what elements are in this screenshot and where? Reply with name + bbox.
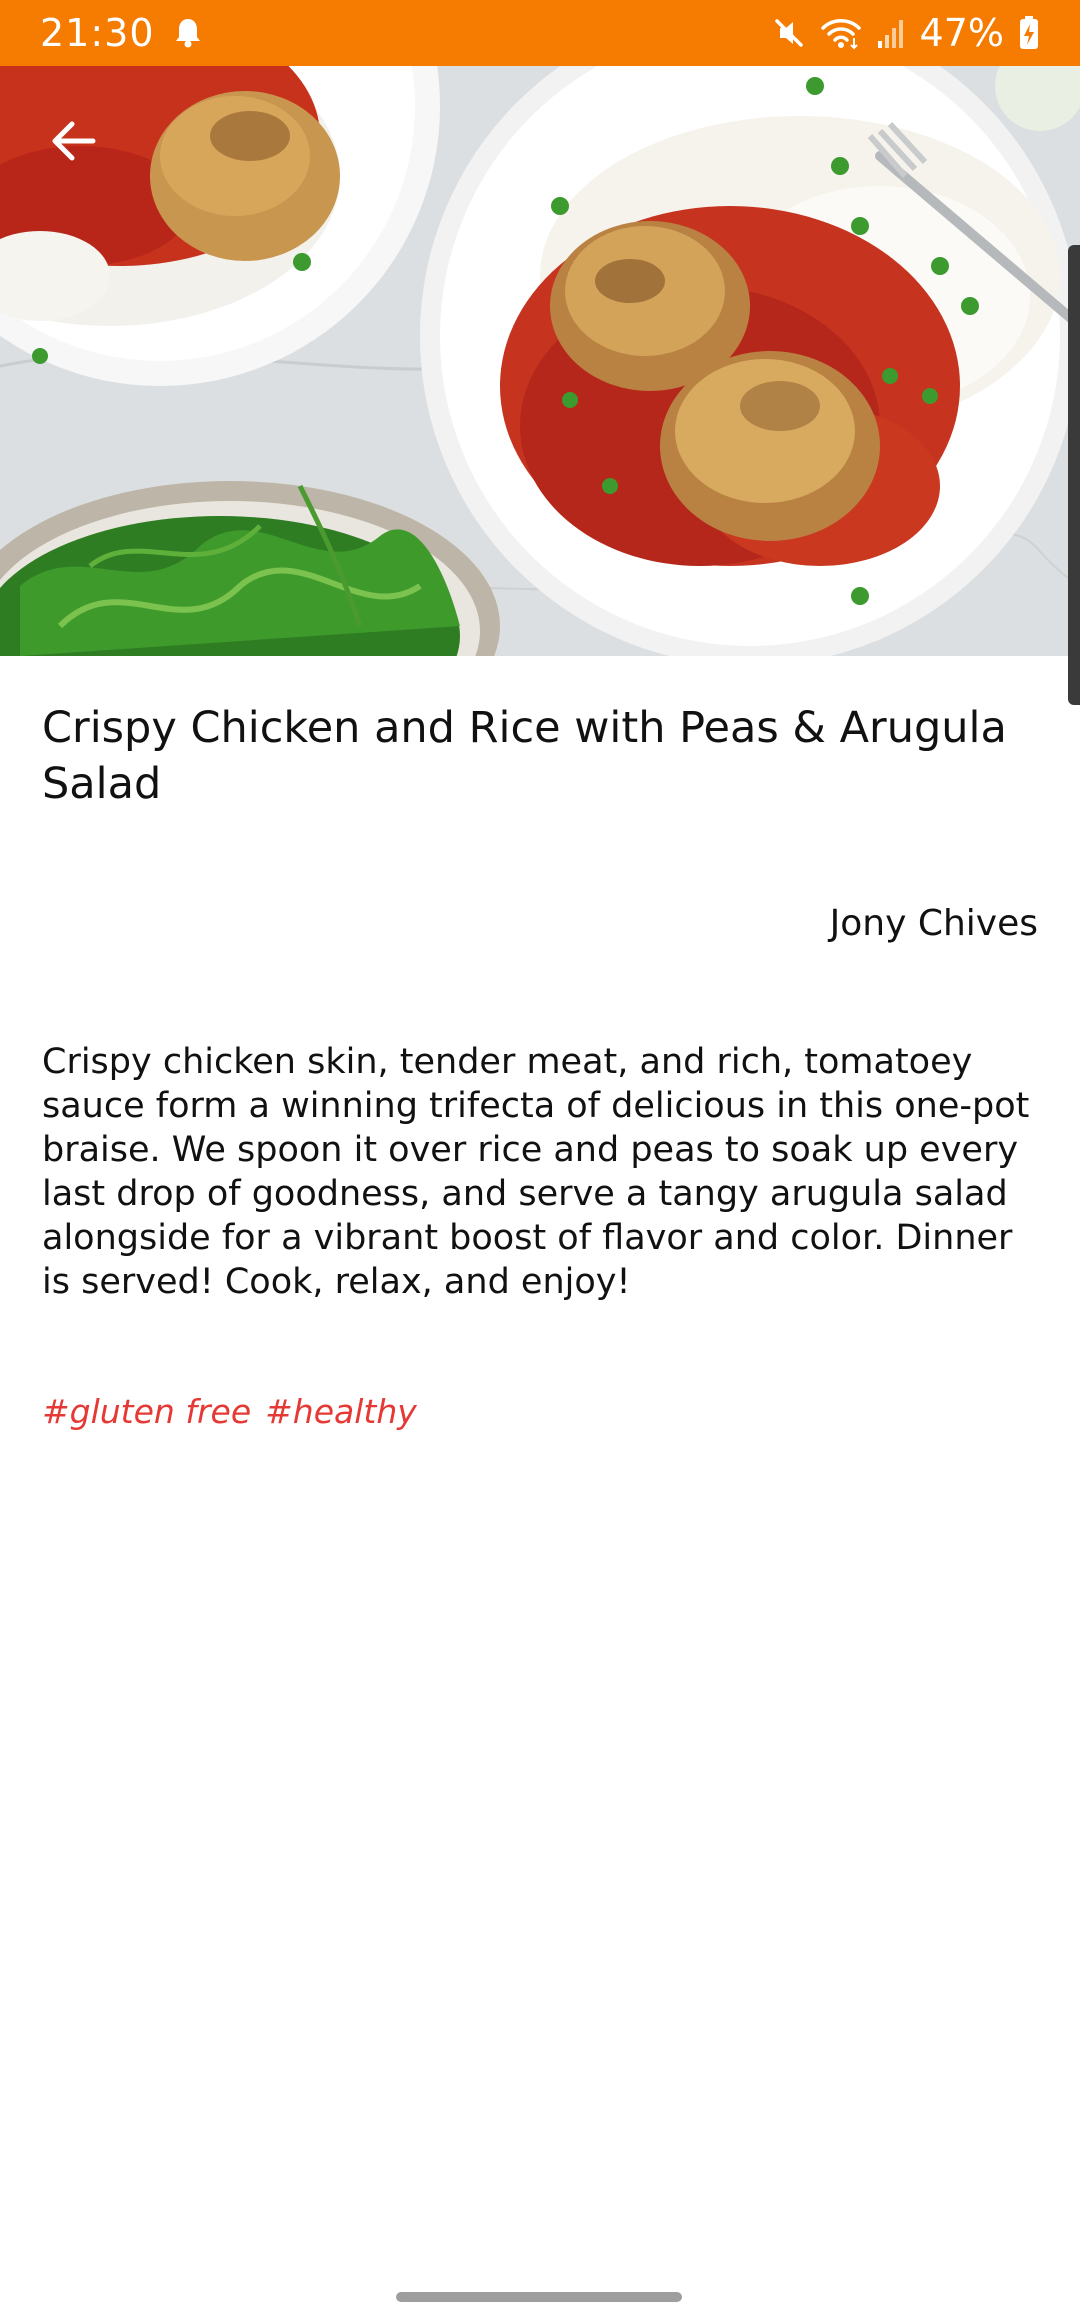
tag-list: #gluten free #healthy: [42, 1392, 417, 1431]
recipe-author: Jony Chives: [829, 903, 1038, 944]
status-time: 21:30: [40, 11, 155, 55]
status-left: 21:30: [40, 11, 203, 55]
tag-gluten-free[interactable]: #gluten free: [42, 1392, 251, 1431]
wifi-icon: [820, 16, 862, 50]
status-right: 47%: [772, 11, 1040, 55]
back-button[interactable]: [38, 106, 108, 176]
battery-percentage: 47%: [919, 11, 1004, 55]
recipe-hero-image: [0, 66, 1080, 656]
arrow-left-icon: [52, 121, 96, 161]
gesture-nav-handle[interactable]: [396, 2292, 682, 2302]
signal-icon: [876, 17, 906, 49]
tag-healthy[interactable]: #healthy: [265, 1392, 417, 1431]
recipe-detail-screen: 21:30 47% Crispy Chicken and Rice with P…: [0, 0, 1080, 2316]
recipe-description: Crispy chicken skin, tender meat, and ri…: [42, 1042, 1030, 1302]
recipe-title: Crispy Chicken and Rice with Peas & Arug…: [42, 703, 1007, 809]
status-bar: 21:30 47%: [0, 0, 1080, 66]
scroll-indicator[interactable]: [1068, 245, 1080, 705]
notification-bell-icon: [173, 17, 203, 49]
battery-charging-icon: [1018, 15, 1040, 51]
mute-icon: [772, 16, 806, 50]
